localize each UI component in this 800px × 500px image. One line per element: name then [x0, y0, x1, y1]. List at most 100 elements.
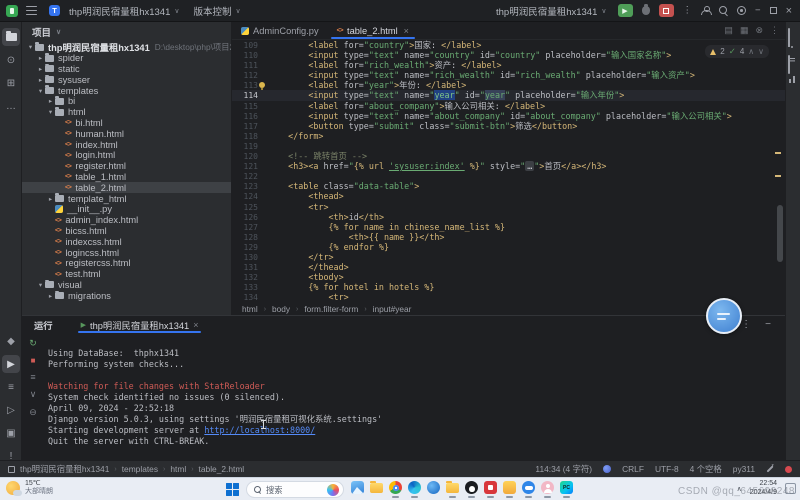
chevron-down-icon[interactable]: ∨	[56, 28, 61, 36]
vcs-widget[interactable]: 版本控制 ∨	[194, 4, 241, 18]
editor-scrollbar[interactable]	[777, 205, 783, 262]
stop-icon[interactable]: ■	[31, 356, 36, 365]
code-line-112[interactable]: 112 <input type="text" name="rich_wealth…	[232, 70, 785, 80]
status-breadcrumb[interactable]: thp明润民宿量租hx1341›templates›html›table_2.h…	[8, 463, 244, 475]
code-line-126[interactable]: 126 <th>id</th>	[232, 212, 785, 222]
code-line-124[interactable]: 124 <thead>	[232, 191, 785, 201]
prev-issue-icon[interactable]: ∧	[748, 47, 754, 56]
tree-item-bicss-html[interactable]: <>bicss.html	[22, 226, 231, 237]
code-line-111[interactable]: 111 <label for="rich_wealth">资产: </label…	[232, 60, 785, 70]
tree-item-indexcss-html[interactable]: <>indexcss.html	[22, 236, 231, 247]
taskbar-app-red-app[interactable]	[483, 480, 498, 495]
weather-widget[interactable]: 15℃ 大部晴朗	[6, 480, 53, 496]
code-line-122[interactable]: 122	[232, 171, 785, 181]
code-line-128[interactable]: 128 <th>{{ name }}</th>	[232, 232, 785, 242]
inspections-widget[interactable]: 2 ✓ 4 ∧ ∨	[705, 45, 769, 58]
code-line-123[interactable]: 123 <table class="data-table">	[232, 181, 785, 191]
terminal-tool-icon[interactable]: ▣	[2, 424, 20, 442]
line-separator-widget[interactable]: CRLF	[622, 464, 644, 474]
code-area[interactable]: 109 <label for="country">国家: </label>110…	[232, 40, 785, 303]
code-line-129[interactable]: 129 {% endfor %}	[232, 242, 785, 252]
floating-assistant-button[interactable]	[706, 298, 742, 334]
tree-item-visual[interactable]: ▾visual	[22, 280, 231, 291]
tab-adminconfig[interactable]: AdminConfig.py	[232, 22, 328, 39]
warning-stripe-mark[interactable]	[775, 175, 781, 177]
code-line-125[interactable]: 125 <tr>	[232, 202, 785, 212]
run-button[interactable]: ▶	[618, 4, 633, 17]
code-line-117[interactable]: 117 <button type="submit" class="submit-…	[232, 121, 785, 131]
layout-icon[interactable]: ▦	[740, 25, 749, 36]
tree-item-test-html[interactable]: <>test.html	[22, 269, 231, 280]
code-line-109[interactable]: 109 <label for="country">国家: </label>	[232, 40, 785, 50]
clock-widget[interactable]: 22:54 2024/4/9	[750, 480, 777, 497]
settings-editor-icon[interactable]: ⊗	[755, 25, 763, 36]
code-line-131[interactable]: 131 </thead>	[232, 262, 785, 272]
commit-tool-icon[interactable]: ⊙	[2, 51, 20, 69]
minimize-button[interactable]: −	[755, 5, 761, 16]
softwrap-icon[interactable]: ≡	[30, 372, 35, 382]
code-line-133[interactable]: 133 {% for hotel in hotels %}	[232, 282, 785, 292]
tree-item-index-html[interactable]: <>index.html	[22, 139, 231, 150]
clear-console-icon[interactable]: ⊖	[29, 407, 37, 418]
code-line-132[interactable]: 132 <tbody>	[232, 272, 785, 282]
project-tool-icon[interactable]	[2, 28, 20, 46]
debug-button[interactable]	[642, 6, 650, 15]
app-icon[interactable]	[6, 5, 18, 17]
hide-panel-icon[interactable]: −	[765, 319, 771, 330]
close-tab-icon[interactable]: ×	[404, 26, 409, 36]
edit-mode-icon[interactable]	[767, 466, 774, 473]
run-tool-icon[interactable]: ▶	[2, 355, 20, 373]
close-run-tab-icon[interactable]: ×	[193, 320, 198, 330]
code-line-120[interactable]: 120 <!-- 跳转首页 -->	[232, 151, 785, 161]
tree-item-table-2-html[interactable]: <>table_2.html	[22, 182, 231, 193]
code-line-115[interactable]: 115 <label for="about_company">输入公司相关: <…	[232, 101, 785, 111]
encoding-widget[interactable]: UTF-8	[655, 464, 679, 474]
console-output[interactable]: Using DataBase: thphx1341Performing syst…	[48, 348, 775, 456]
code-line-121[interactable]: 121 <h3><a href="{% url 'sysuser:index' …	[232, 161, 785, 171]
caret-position-widget[interactable]: 114:34 (4 字符)	[535, 463, 592, 475]
tree-item-admin-index-html[interactable]: <>admin_index.html	[22, 215, 231, 226]
project-widget[interactable]: T thp明润民宿量租hx1341 ∨	[49, 4, 180, 18]
code-line-116[interactable]: 116 <input type="text" name="about_compa…	[232, 111, 785, 121]
tree-item-register-html[interactable]: <>register.html	[22, 161, 231, 172]
tab-table2[interactable]: <> table_2.html ×	[328, 22, 418, 39]
tree-item-table-1-html[interactable]: <>table_1.html	[22, 172, 231, 183]
split-editor-icon[interactable]: ▤	[724, 25, 733, 36]
scroll-end-icon[interactable]: ∨	[30, 389, 37, 400]
tree-item-registercss-html[interactable]: <>registercss.html	[22, 258, 231, 269]
code-line-114[interactable]: 114 <input type="text" name="year" id="y…	[232, 90, 785, 100]
localhost-link[interactable]: http://localhost:8000/	[204, 425, 315, 435]
structure-tool-icon[interactable]: ⊞	[2, 74, 20, 92]
tree-item-html[interactable]: ▾html	[22, 107, 231, 118]
taskbar-search[interactable]: 搜索	[246, 481, 344, 498]
notification-center-icon[interactable]	[785, 483, 796, 494]
breadcrumb-item[interactable]: input#year	[373, 304, 412, 314]
more-actions-icon[interactable]: ⋮	[683, 5, 693, 16]
code-with-me-icon[interactable]	[701, 6, 710, 15]
profiler-icon[interactable]	[788, 83, 799, 94]
taskbar-app-netdisk[interactable]	[521, 480, 536, 495]
breadcrumb-item[interactable]: html	[242, 304, 258, 314]
start-button[interactable]	[226, 483, 239, 496]
tree-item-logincss-html[interactable]: <>logincss.html	[22, 247, 231, 258]
notifications-icon[interactable]	[788, 29, 799, 40]
breadcrumb-item[interactable]: body	[272, 304, 290, 314]
main-menu-icon[interactable]	[26, 6, 37, 15]
close-button[interactable]: ×	[786, 5, 792, 17]
taskbar-app-wechat[interactable]	[540, 480, 555, 495]
code-line-110[interactable]: 110 <input type="text" name="country" id…	[232, 50, 785, 60]
more-tools-icon[interactable]: …	[2, 97, 20, 115]
breadcrumb-item[interactable]: form.filter-form	[304, 304, 358, 314]
run-panel-more-icon[interactable]: ⋮	[741, 319, 751, 330]
tree-item-migrations[interactable]: ▸migrations	[22, 290, 231, 301]
tree-item-templates[interactable]: ▾templates	[22, 85, 231, 96]
rerun-icon[interactable]: ↻	[29, 338, 37, 349]
tray-expand-icon[interactable]: ∧	[737, 485, 742, 493]
run-tab[interactable]: ▶ thp明润民宿量租hx1341 ×	[75, 316, 205, 333]
tree-item-bi[interactable]: ▸bi	[22, 96, 231, 107]
indent-widget[interactable]: 4 个空格	[690, 463, 722, 475]
services-tool-icon[interactable]: ≡	[2, 378, 20, 396]
code-line-127[interactable]: 127 {% for name in chinese_name_list %}	[232, 222, 785, 232]
taskbar-app-file-explorer[interactable]	[369, 480, 384, 495]
taskbar-app-yellow-app[interactable]	[502, 480, 517, 495]
